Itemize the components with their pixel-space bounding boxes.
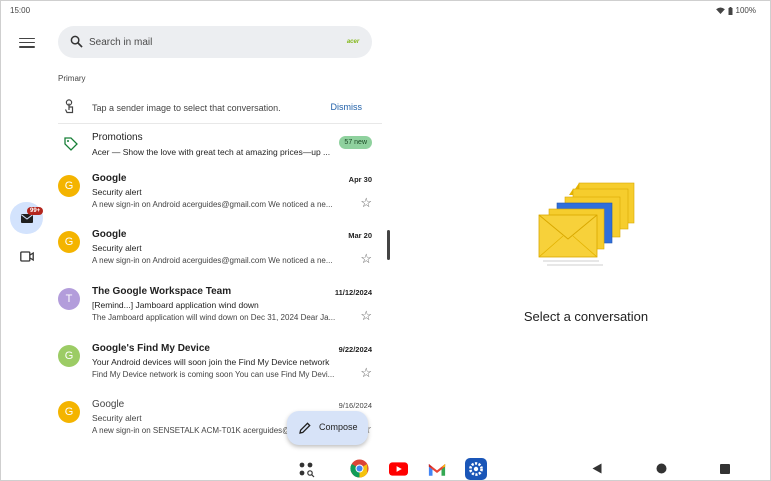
email-snippet: Find My Device network is coming soon Yo… [92,370,335,379]
email-snippet: A new sign-in on Android acerguides@gmai… [92,200,333,209]
youtube-icon[interactable] [389,462,408,476]
promotions-snippet: Acer — Show the love with great tech at … [92,147,331,157]
gmail-icon[interactable] [428,462,446,476]
star-icon[interactable]: ☆ [360,366,372,379]
app-drawer-icon[interactable] [298,461,316,479]
search-placeholder: Search in mail [89,37,153,48]
search-bar[interactable]: Search in mail acer [58,26,372,58]
list-scrollbar[interactable] [387,230,390,260]
status-time: 15:00 [10,6,31,15]
email-date: Mar 20 [348,231,372,240]
settings-icon[interactable] [465,458,487,480]
status-bar: 15:00 100% [10,6,756,18]
touch-icon [64,99,74,114]
video-icon[interactable] [20,251,34,262]
hamburger-icon [19,37,35,40]
recents-nav-icon[interactable] [720,464,730,474]
email-subject: Security alert [92,187,142,197]
promotions-title: Promotions [92,132,143,143]
sender-avatar[interactable]: G [58,345,80,367]
dismiss-button[interactable]: Dismiss [331,102,363,112]
email-date: 9/16/2024 [338,401,372,410]
email-sender: Google [92,173,127,184]
status-icons: 100% [715,6,756,15]
back-nav-icon[interactable] [592,463,602,474]
email-subject: Security alert [92,243,142,253]
email-sender: The Google Workspace Team [92,286,232,297]
email-snippet: A new sign-in on Android acerguides@gmai… [92,256,333,265]
email-sender: Google [92,229,127,240]
email-snippet: The Jamboard application will wind down … [92,313,336,322]
email-subject: Security alert [92,413,142,423]
email-sender: Google [92,399,125,410]
sender-avatar[interactable]: G [58,175,80,197]
email-subject: Your Android devices will soon join the … [92,357,330,367]
email-row[interactable]: T The Google Workspace Team 11/12/2024 [Rem… [58,284,382,334]
account-logo-text: acer [346,39,360,45]
star-icon[interactable]: ☆ [360,309,372,322]
section-label-primary: Primary [58,74,86,83]
menu-button[interactable] [19,35,35,49]
wifi-icon [715,7,725,14]
email-row[interactable]: G Google Apr 30 Security alert A new sign-in… [58,171,382,221]
tag-icon [64,137,78,151]
chrome-icon[interactable] [350,459,369,478]
tip-banner: Tap a sender image to select that conver… [58,93,382,124]
email-sender: Google's Find My Device [92,343,210,354]
pencil-icon [299,422,311,434]
search-icon [70,35,83,48]
home-nav-icon[interactable] [656,463,667,474]
star-icon[interactable]: ☆ [360,252,372,265]
promotions-row[interactable]: Promotions Acer — Show the love with gre… [58,127,382,163]
compose-label: Compose [319,422,358,432]
select-conversation-text: Select a conversation [523,309,649,324]
envelopes-illustration [538,182,635,266]
email-row[interactable]: G Google Mar 20 Security alert A new sign-in… [58,227,382,277]
nav-mail-button[interactable]: 99+ [10,202,44,234]
tablet-screen: 15:00 100% Search in mail acer Primary T… [0,0,771,481]
email-subject: [Remind...] Jamboard application wind do… [92,300,259,310]
battery-icon [728,6,733,15]
sender-avatar[interactable]: T [58,288,80,310]
account-avatar[interactable]: acer [342,35,364,49]
email-date: Apr 30 [348,175,372,184]
unread-count-badge: 99+ [27,207,44,215]
battery-percent: 100% [735,6,756,15]
email-date: 11/12/2024 [334,288,372,297]
star-icon[interactable]: ☆ [360,196,372,209]
email-date: 9/22/2024 [338,345,372,354]
email-row[interactable]: G Google's Find My Device 9/22/2024 Your An… [58,341,382,391]
tip-text: Tap a sender image to select that conver… [92,103,281,113]
compose-button[interactable]: Compose [287,411,368,445]
sender-avatar[interactable]: G [58,231,80,253]
sender-avatar[interactable]: G [58,401,80,423]
mail-icon [21,214,33,223]
promotions-new-badge: 57 new [339,136,372,149]
